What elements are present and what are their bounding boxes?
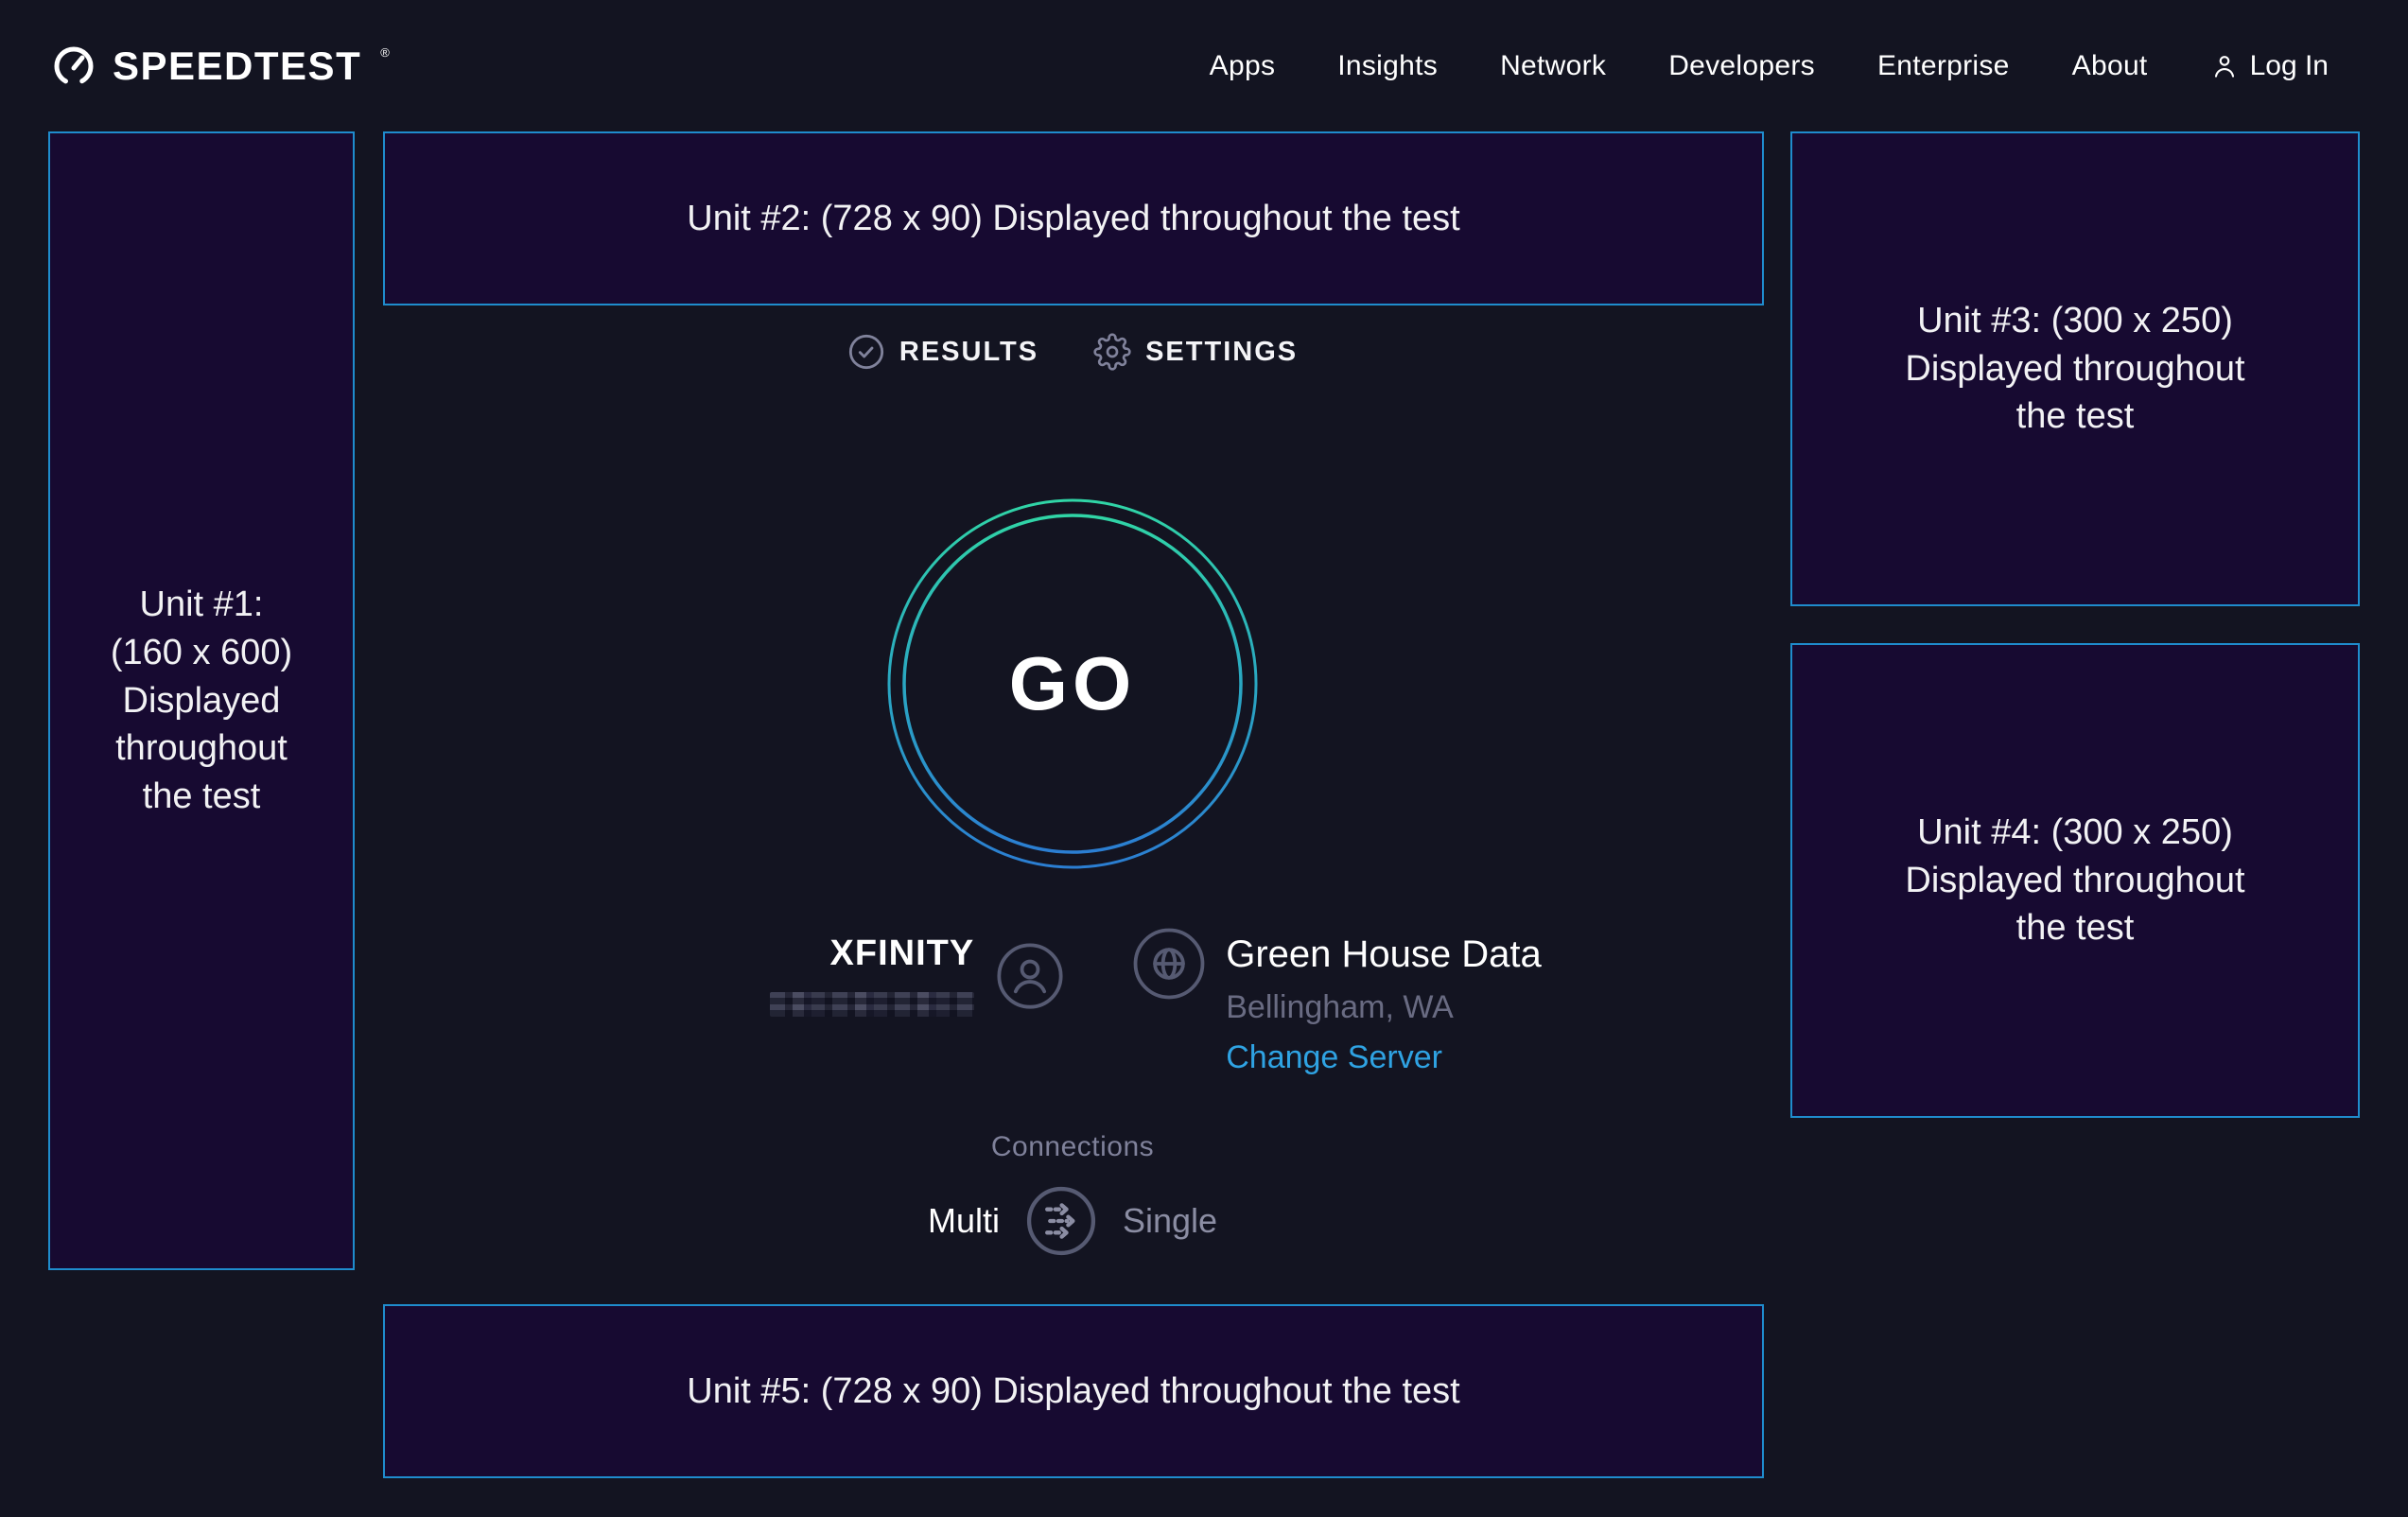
connections-label: Connections <box>355 1131 1790 1163</box>
ad-unit-5-label: Unit #5: (728 x 90) Displayed throughout… <box>687 1368 1459 1416</box>
nav-item-network[interactable]: Network <box>1500 50 1606 82</box>
ad-unit-3-label: Unit #3: (300 x 250) Displayed throughou… <box>1905 297 2244 442</box>
ad-unit-3[interactable]: Unit #3: (300 x 250) Displayed throughou… <box>1790 131 2360 606</box>
user-circle-icon <box>997 943 1063 1009</box>
tab-results-label: RESULTS <box>899 337 1038 368</box>
user-icon <box>2210 52 2239 80</box>
speedtest-logo[interactable]: SPEEDTEST ® <box>52 44 388 88</box>
host-server-row: XFINITY Green <box>438 922 1874 1076</box>
ad-unit-2-label: Unit #2: (728 x 90) Displayed throughout… <box>687 195 1459 243</box>
nav-menu: Apps Insights Network Developers Enterpr… <box>1210 50 2329 82</box>
nav-item-apps[interactable]: Apps <box>1210 50 1276 82</box>
ad-unit-4-label: Unit #4: (300 x 250) Displayed throughou… <box>1905 809 2244 953</box>
nav-item-insights[interactable]: Insights <box>1337 50 1438 82</box>
connections-single-option[interactable]: Single <box>1123 1201 1217 1241</box>
tab-settings[interactable]: SETTINGS <box>1093 333 1298 371</box>
connections-multi-option[interactable]: Multi <box>928 1201 1000 1241</box>
logo-wordmark: SPEEDTEST <box>113 46 361 86</box>
logo-trademark: ® <box>380 45 390 60</box>
server-name: Green House Data <box>1226 933 1542 975</box>
nav-item-enterprise[interactable]: Enterprise <box>1877 50 2010 82</box>
host-info: XFINITY <box>770 935 1063 1017</box>
login-label: Log In <box>2250 50 2329 82</box>
top-nav-bar: SPEEDTEST ® Apps Insights Network Develo… <box>0 0 2408 131</box>
change-server-link[interactable]: Change Server <box>1226 1040 1542 1075</box>
go-button-label: GO <box>886 497 1259 870</box>
globe-icon <box>1133 928 1205 1000</box>
ad-unit-4[interactable]: Unit #4: (300 x 250) Displayed throughou… <box>1790 643 2360 1118</box>
check-circle-icon <box>847 333 885 371</box>
server-info: Green House Data Bellingham, WA Change S… <box>1133 922 1542 1076</box>
tab-settings-label: SETTINGS <box>1145 337 1298 368</box>
nav-item-about[interactable]: About <box>2072 50 2148 82</box>
connections-section: Connections Multi Single <box>355 1131 1790 1256</box>
go-button[interactable]: GO <box>886 497 1259 870</box>
ad-unit-1[interactable]: Unit #1: (160 x 600) Displayed throughou… <box>48 131 355 1270</box>
results-settings-tabs: RESULTS SETTINGS <box>355 333 1790 371</box>
gear-icon <box>1093 333 1131 371</box>
nav-item-developers[interactable]: Developers <box>1668 50 1815 82</box>
speedtest-page: SPEEDTEST ® Apps Insights Network Develo… <box>0 0 2408 1517</box>
isp-name: XFINITY <box>830 935 975 971</box>
multi-connection-icon[interactable] <box>1026 1186 1096 1256</box>
ad-unit-2[interactable]: Unit #2: (728 x 90) Displayed throughout… <box>383 131 1764 305</box>
login-button[interactable]: Log In <box>2210 50 2329 82</box>
server-location: Bellingham, WA <box>1226 990 1542 1025</box>
masked-ip <box>770 992 974 1017</box>
ad-unit-1-label: Unit #1: (160 x 600) Displayed throughou… <box>111 581 292 822</box>
ad-unit-5[interactable]: Unit #5: (728 x 90) Displayed throughout… <box>383 1304 1764 1478</box>
speedtest-gauge-icon <box>52 44 96 88</box>
tab-results[interactable]: RESULTS <box>847 333 1038 371</box>
